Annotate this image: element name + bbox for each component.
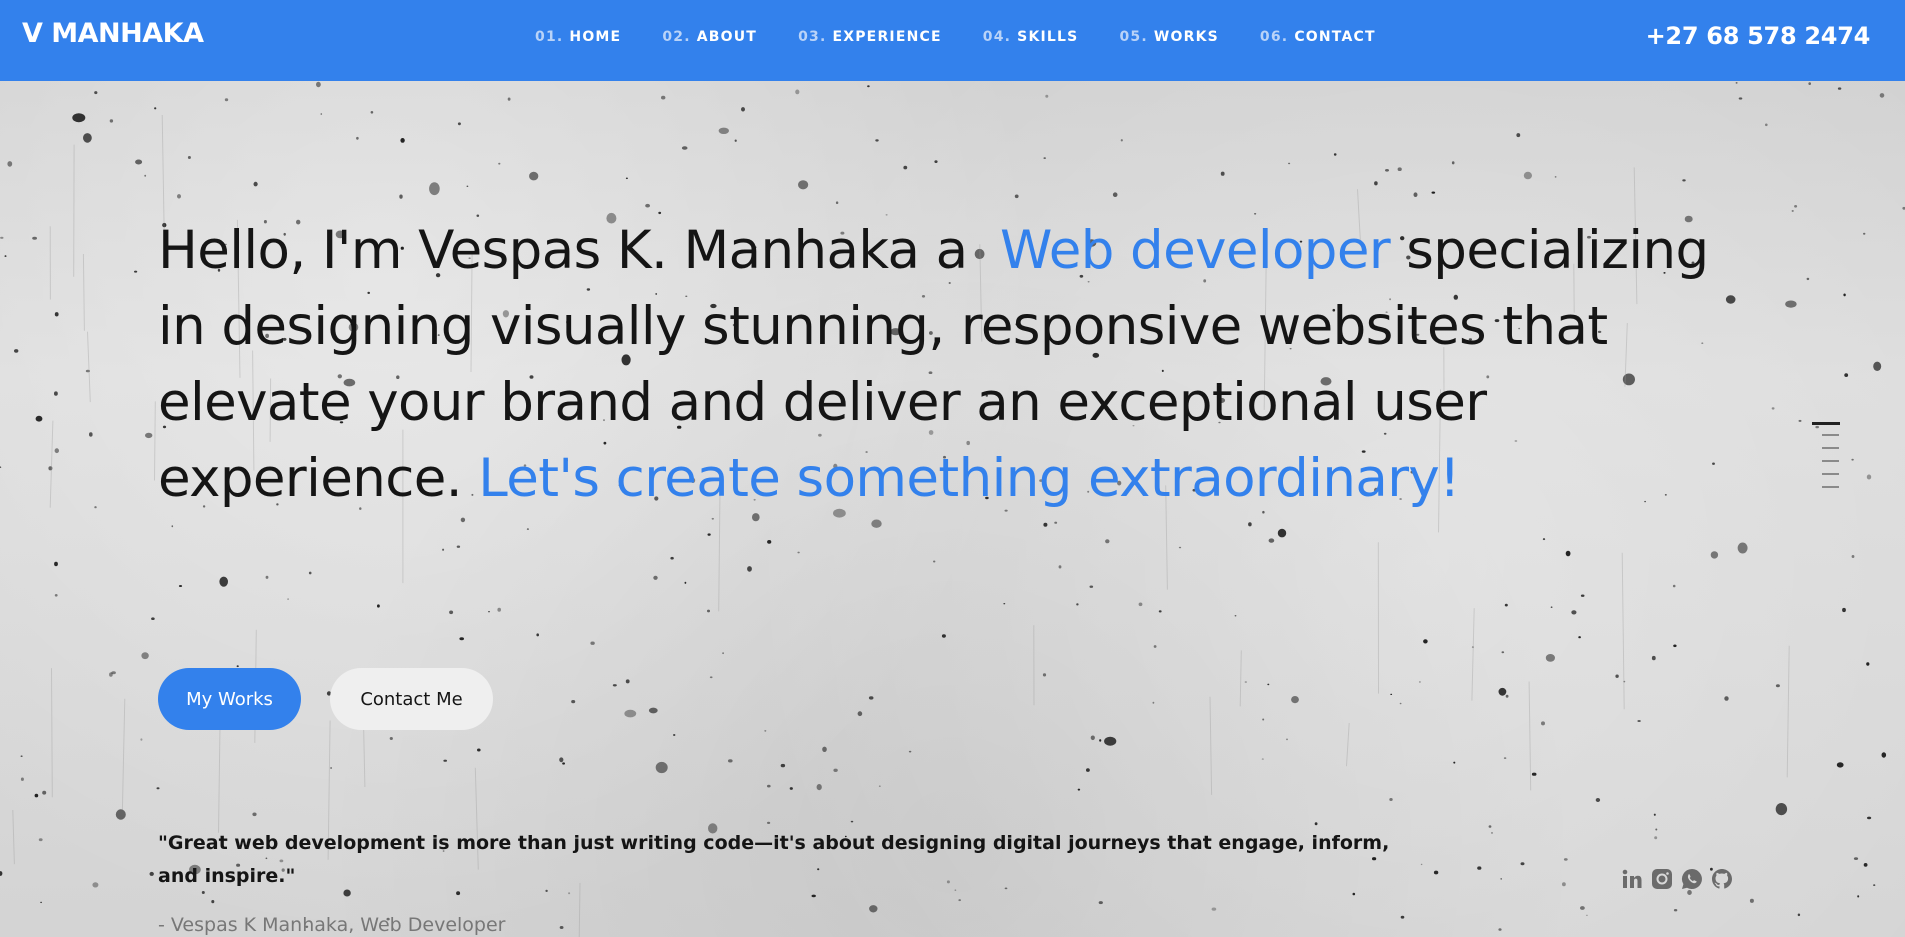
phone-number[interactable]: +27 68 578 2474 <box>1646 22 1871 50</box>
my-works-button[interactable]: My Works <box>158 668 301 730</box>
nav-skills[interactable]: 04. SKILLS <box>983 29 1079 45</box>
linkedin-icon[interactable] <box>1620 867 1644 891</box>
nav-about[interactable]: 02. ABOUT <box>662 29 757 45</box>
hero-quote: "Great web development is more than just… <box>158 832 1390 887</box>
quote-attribution: - Vespas K Manhaka, Web Developer <box>158 914 506 936</box>
top-navbar: V MANHAKA 01. HOME 02. ABOUT 03. EXPERIENCE… <box>0 0 1905 81</box>
headline-cta: Let's create something extraordinary! <box>478 448 1460 509</box>
indicator-dash[interactable] <box>1822 447 1839 449</box>
nav-label: WORKS <box>1153 29 1219 45</box>
nav-number: 04. <box>982 29 1012 45</box>
nav-number: 06. <box>1259 29 1289 45</box>
nav-label: ABOUT <box>696 29 758 45</box>
nav-home[interactable]: 01. HOME <box>535 29 621 45</box>
nav-label: SKILLS <box>1017 29 1079 45</box>
instagram-icon[interactable] <box>1650 867 1674 891</box>
headline-role: Web developer <box>1000 220 1391 281</box>
nav-label: CONTACT <box>1294 29 1376 45</box>
site-logo[interactable]: V MANHAKA <box>22 18 204 49</box>
nav-number: 02. <box>662 29 691 45</box>
indicator-dash-active[interactable] <box>1812 422 1840 425</box>
nav-number: 01. <box>535 29 564 45</box>
section-indicator <box>1812 422 1840 499</box>
nav-contact[interactable]: 06. CONTACT <box>1260 29 1376 45</box>
nav-number: 03. <box>798 29 827 45</box>
github-icon[interactable] <box>1710 867 1734 891</box>
indicator-dash[interactable] <box>1822 460 1839 462</box>
indicator-dash[interactable] <box>1822 486 1839 488</box>
whatsapp-icon[interactable] <box>1680 867 1704 891</box>
nav-label: HOME <box>569 29 622 45</box>
nav-works[interactable]: 05. WORKS <box>1119 29 1218 45</box>
nav-number: 05. <box>1119 29 1148 45</box>
indicator-dash[interactable] <box>1822 434 1839 436</box>
headline-intro: Hello, I'm Vespas K. Manhaka a <box>158 220 984 281</box>
nav-label: EXPERIENCE <box>832 29 942 45</box>
hero-headline: Hello, I'm Vespas K. Manhaka a Web devel… <box>158 213 1718 517</box>
main-nav: 01. HOME 02. ABOUT 03. EXPERIENCE 04. SKILLS… <box>535 29 1376 45</box>
nav-experience[interactable]: 03. EXPERIENCE <box>798 29 942 45</box>
indicator-dash[interactable] <box>1822 473 1839 475</box>
social-links <box>1620 867 1734 891</box>
contact-me-button[interactable]: Contact Me <box>330 668 493 730</box>
